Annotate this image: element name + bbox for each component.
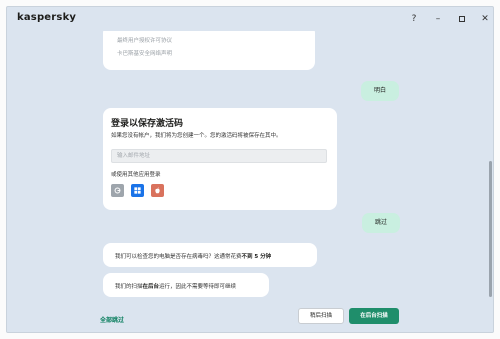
user-reply-understood: 明白 bbox=[361, 81, 399, 101]
scan-in-background-button[interactable]: 在后台扫描 bbox=[349, 308, 399, 324]
scan-duration: 不到 5 分钟 bbox=[241, 254, 272, 260]
maximize-button[interactable] bbox=[455, 13, 469, 25]
microsoft-login-button[interactable] bbox=[131, 184, 144, 197]
bg-info-text-1: 我们的扫描 bbox=[115, 284, 143, 290]
microsoft-icon bbox=[134, 187, 141, 194]
bot-message-scan-question: 我们可以检查您的电脑是否存在病毒吗？这通常花费不到 5 分钟 bbox=[103, 243, 317, 267]
save-activation-card: 登录以保存激活码 如果您没有帐户，我们将为您创建一个。您的激活码将被保存在其中。… bbox=[103, 108, 337, 210]
user-reply-skip: 跳过 bbox=[362, 213, 400, 233]
bg-info-text-2: 运行，因此不需要等待即可继续 bbox=[159, 284, 237, 290]
apple-login-button[interactable] bbox=[151, 184, 164, 197]
scrollbar-thumb[interactable] bbox=[489, 161, 492, 297]
scan-later-button[interactable]: 稍后扫描 bbox=[298, 308, 344, 324]
card-description: 如果您没有帐户，我们将为您创建一个。您的激活码将被保存在其中。 bbox=[111, 133, 282, 139]
skip-all-link[interactable]: 全部跳过 bbox=[100, 315, 124, 324]
help-button[interactable]: ? bbox=[407, 13, 421, 25]
app-logo: kaspersky bbox=[17, 12, 77, 23]
card-title: 登录以保存激活码 bbox=[111, 119, 184, 129]
close-button[interactable]: ✕ bbox=[478, 13, 492, 25]
action-bar: 全部跳过 稍后扫描 在后台扫描 bbox=[7, 303, 493, 332]
email-input[interactable] bbox=[111, 149, 327, 163]
scan-question-text: 我们可以检查您的电脑是否存在病毒吗？这通常花费 bbox=[115, 254, 242, 260]
chat-scrollbar[interactable] bbox=[487, 31, 493, 303]
other-apps-label: 或使用其他应用登录 bbox=[111, 172, 161, 178]
ksn-statement-link[interactable]: 卡巴斯基安全网络声明 bbox=[117, 49, 172, 57]
app-window: kaspersky ? – ✕ 最终用户授权许可协议 卡巴斯基安全网络声明 明白… bbox=[6, 6, 494, 333]
chat-area: 最终用户授权许可协议 卡巴斯基安全网络声明 明白 登录以保存激活码 如果您没有帐… bbox=[7, 31, 487, 303]
bot-message-background-info: 我们的扫描在后台运行，因此不需要等待即可继续 bbox=[103, 273, 269, 297]
apple-icon bbox=[155, 187, 160, 194]
eula-link[interactable]: 最终用户授权许可协议 bbox=[117, 36, 172, 44]
title-bar: kaspersky ? – ✕ bbox=[7, 7, 493, 31]
bot-message-links: 最终用户授权许可协议 卡巴斯基安全网络声明 bbox=[103, 31, 315, 70]
google-icon bbox=[114, 187, 121, 194]
minimize-button[interactable]: – bbox=[431, 13, 445, 25]
google-login-button[interactable] bbox=[111, 184, 124, 197]
bg-info-bold: 在后台 bbox=[142, 284, 160, 290]
maximize-icon bbox=[459, 16, 465, 22]
